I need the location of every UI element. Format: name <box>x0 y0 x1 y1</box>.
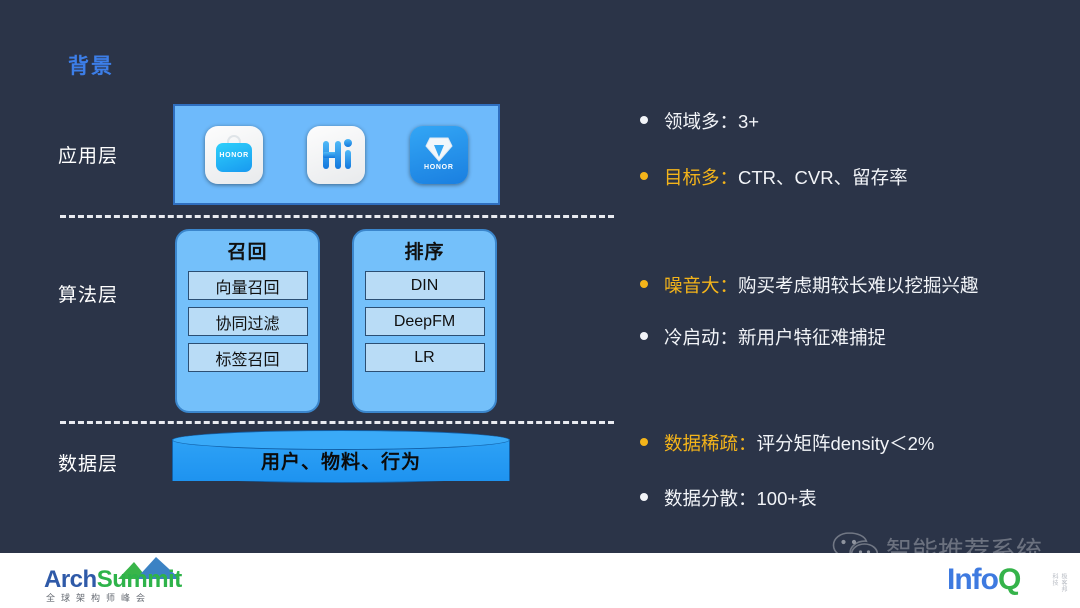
hi-letter-i-dot <box>344 138 353 147</box>
algorithm-group-ranking: 排序 DIN DeepFM LR <box>352 229 497 413</box>
diamond-shape <box>425 137 453 162</box>
bullet-dot-icon <box>640 438 648 446</box>
honor-diamond-icon: HONOR <box>409 125 468 184</box>
bullet-value: 3+ <box>738 111 760 132</box>
algorithm-item-deepfm: DeepFM <box>364 307 485 336</box>
infoq-wordmark: InfoQ <box>947 563 1021 596</box>
honor-diamond-icon-label: HONOR <box>424 163 454 171</box>
bullet-item-domain-count: 领域多： 3+ <box>640 108 759 134</box>
data-layer-cylinder-label: 用户、物料、行为 <box>260 452 421 473</box>
hi-letter-stroke-right <box>335 140 342 169</box>
infoq-tagline: 极客邦科技 <box>1051 573 1066 593</box>
algorithm-item-collaborative-filtering: 协同过滤 <box>187 307 308 336</box>
hi-letter-i-stem <box>345 149 352 169</box>
bullet-item-data-fragmentation: 数据分散： 100+表 <box>640 485 817 511</box>
algorithm-item-vector-recall: 向量召回 <box>187 271 308 300</box>
algorithm-item-tag-recall: 标签召回 <box>187 343 308 372</box>
infoq-word-q: Q <box>997 563 1021 596</box>
algorithm-group-recall-title: 召回 <box>227 242 268 263</box>
bullet-dot-icon <box>640 493 648 501</box>
bullet-dot-icon <box>640 332 648 340</box>
layer-divider-top <box>60 215 614 218</box>
archsummit-logo: ArchSummit 全球架构师峰会 <box>44 557 214 603</box>
archsummit-wordmark: ArchSummit <box>44 566 182 594</box>
bullet-value: CTR、CVR、留存率 <box>738 167 908 188</box>
bullet-label: 噪音大： <box>664 275 739 296</box>
data-layer-cylinder: 用户、物料、行为 <box>172 430 510 486</box>
bullet-item-cold-start: 冷启动： 新用户特征难捕捉 <box>640 324 886 350</box>
bullet-dot-icon <box>640 172 648 180</box>
honor-store-icon: HONOR <box>205 125 264 184</box>
bullet-value: 评分矩阵density＜2% <box>756 433 935 454</box>
infoq-logo: InfoQ 极客邦科技 <box>947 563 1066 597</box>
slide-canvas: 背景 应用层 算法层 数据层 HONOR HONOR 召回 向量召回 协同过滤 … <box>0 0 1080 608</box>
bullet-label: 冷启动： <box>664 327 739 348</box>
bullet-value: 购买考虑期较长难以挖掘兴趣 <box>738 275 979 296</box>
archsummit-word-summit: Summit <box>96 566 183 593</box>
layer-label-application: 应用层 <box>58 146 119 167</box>
honor-store-icon-label: HONOR <box>219 151 249 159</box>
infoq-word-info: Info <box>947 563 999 596</box>
layer-label-data: 数据层 <box>58 454 119 475</box>
archsummit-subtitle: 全球架构师峰会 <box>46 593 152 603</box>
archsummit-word-arch: Arch <box>44 566 97 593</box>
bullet-dot-icon <box>640 280 648 288</box>
honor-hi-icon <box>307 125 366 184</box>
bullet-label: 领域多： <box>664 111 739 132</box>
page-title: 背景 <box>68 55 114 78</box>
bullet-value: 新用户特征难捕捉 <box>738 327 887 348</box>
bullet-dot-icon <box>640 116 648 124</box>
bullet-label: 数据分散： <box>664 488 757 509</box>
algorithm-item-din: DIN <box>364 271 485 300</box>
bullet-item-noise: 噪音大： 购买考虑期较长难以挖掘兴趣 <box>640 272 979 298</box>
application-layer-panel: HONOR HONOR <box>173 104 500 205</box>
algorithm-item-lr: LR <box>364 343 485 372</box>
layer-divider-bottom <box>60 421 614 424</box>
bullet-label: 目标多： <box>664 167 739 188</box>
bullet-item-data-sparsity: 数据稀疏： 评分矩阵density＜2% <box>640 430 934 456</box>
layer-label-algorithm: 算法层 <box>58 285 119 306</box>
bullet-value: 100+表 <box>756 488 817 509</box>
bullet-label: 数据稀疏： <box>664 433 757 454</box>
algorithm-group-recall: 召回 向量召回 协同过滤 标签召回 <box>175 229 320 413</box>
algorithm-group-ranking-title: 排序 <box>404 242 445 263</box>
bullet-item-objective-count: 目标多： CTR、CVR、留存率 <box>640 164 908 190</box>
